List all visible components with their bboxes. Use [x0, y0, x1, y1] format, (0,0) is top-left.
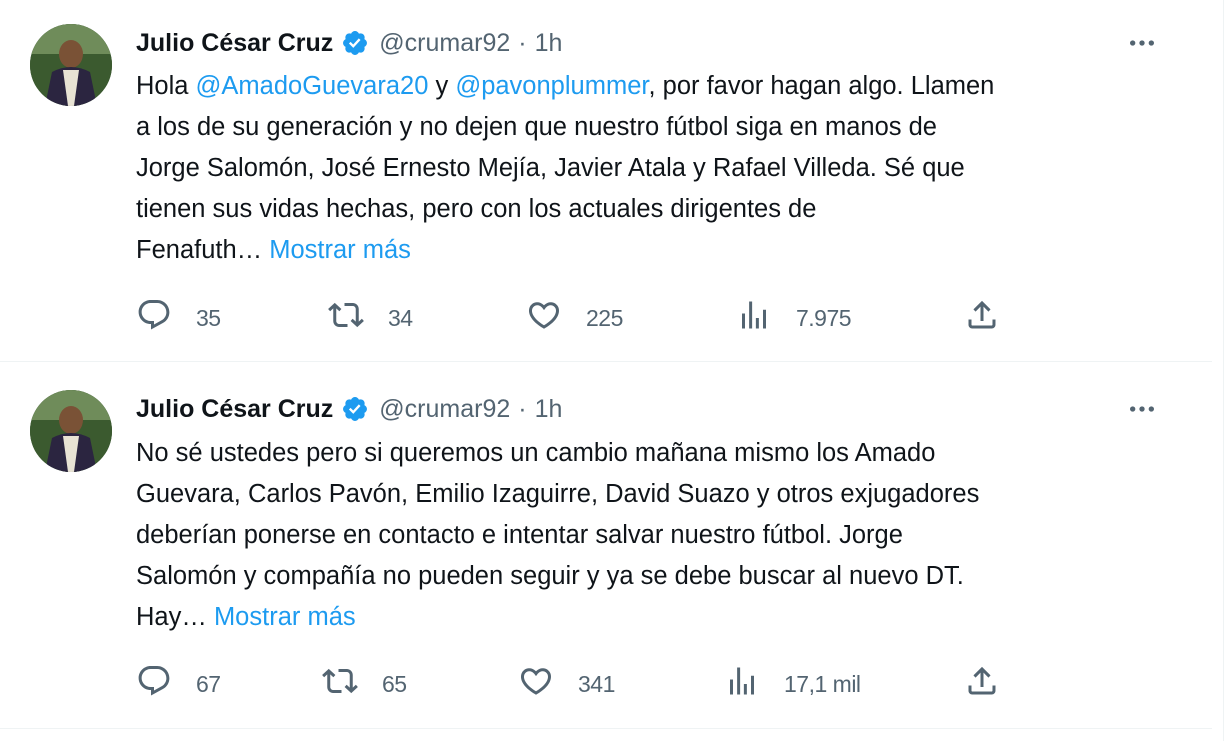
- heart-icon: [518, 663, 554, 705]
- author-handle[interactable]: @crumar92: [379, 394, 510, 424]
- tweet-text: Hola @AmadoGuevara20 y @pavonplummer, po…: [136, 66, 1186, 271]
- timestamp[interactable]: 1h: [535, 394, 563, 424]
- share-button[interactable]: [964, 666, 1000, 702]
- retweet-icon: [322, 663, 358, 705]
- tweet-text-segment: Hola: [136, 72, 196, 100]
- separator-dot: ·: [518, 395, 527, 423]
- reply-count: 67: [196, 670, 221, 697]
- views-button[interactable]: 17,1 mil: [724, 666, 861, 702]
- reply-button[interactable]: 67: [136, 666, 221, 702]
- views-icon: [724, 663, 760, 705]
- author-name[interactable]: Julio César Cruz: [136, 394, 333, 424]
- tweet[interactable]: Julio César Cruz @crumar92 · 1h Hola @Am…: [0, 0, 1212, 362]
- tweet-text-segment: , por favor hagan algo. Llamen a los de …: [136, 72, 995, 264]
- retweet-count: 65: [382, 670, 407, 697]
- separator-dot: ·: [518, 29, 527, 57]
- share-icon: [964, 297, 1000, 339]
- retweet-button[interactable]: 65: [322, 666, 407, 702]
- author-name[interactable]: Julio César Cruz: [136, 28, 333, 58]
- views-icon: [736, 297, 772, 339]
- verified-badge-icon: [341, 395, 369, 423]
- tweet-actions: 67 65 341 17,1 mil: [136, 666, 1016, 702]
- avatar[interactable]: [30, 390, 112, 472]
- reply-icon: [136, 297, 172, 339]
- show-more-link[interactable]: Mostrar más: [214, 603, 356, 631]
- avatar[interactable]: [30, 24, 112, 106]
- retweet-count: 34: [388, 304, 413, 331]
- more-dots-icon[interactable]: [1122, 28, 1162, 58]
- retweet-icon: [328, 297, 364, 339]
- tweet-text: No sé ustedes pero si queremos un cambio…: [136, 433, 1186, 638]
- reply-icon: [136, 663, 172, 705]
- show-more-link[interactable]: Mostrar más: [269, 236, 411, 264]
- tweet-text-segment: y: [428, 72, 456, 100]
- views-count: 17,1 mil: [784, 670, 861, 697]
- tweet-feed: Julio César Cruz @crumar92 · 1h Hola @Am…: [0, 0, 1224, 741]
- like-count: 341: [578, 670, 615, 697]
- share-icon: [964, 663, 1000, 705]
- reply-button[interactable]: 35: [136, 300, 221, 336]
- like-count: 225: [586, 304, 623, 331]
- author-handle[interactable]: @crumar92: [379, 28, 510, 58]
- tweet-actions: 35 34 225 7.975: [136, 300, 1016, 336]
- verified-badge-icon: [341, 29, 369, 57]
- mention-link[interactable]: @pavonplummer: [455, 72, 648, 100]
- tweet-header: Julio César Cruz @crumar92 · 1h: [136, 394, 562, 424]
- mention-link[interactable]: @AmadoGuevara20: [196, 72, 429, 100]
- tweet[interactable]: Julio César Cruz @crumar92 · 1h No sé us…: [0, 362, 1212, 729]
- views-button[interactable]: 7.975: [736, 297, 852, 339]
- reply-count: 35: [196, 304, 221, 331]
- like-button[interactable]: 225: [526, 300, 623, 336]
- heart-icon: [526, 297, 562, 339]
- retweet-button[interactable]: 34: [328, 300, 413, 336]
- share-button[interactable]: [964, 300, 1000, 336]
- timestamp[interactable]: 1h: [535, 28, 563, 58]
- tweet-header: Julio César Cruz @crumar92 · 1h: [136, 28, 562, 58]
- views-count: 7.975: [796, 304, 852, 331]
- like-button[interactable]: 341: [518, 666, 615, 702]
- more-dots-icon[interactable]: [1122, 394, 1162, 424]
